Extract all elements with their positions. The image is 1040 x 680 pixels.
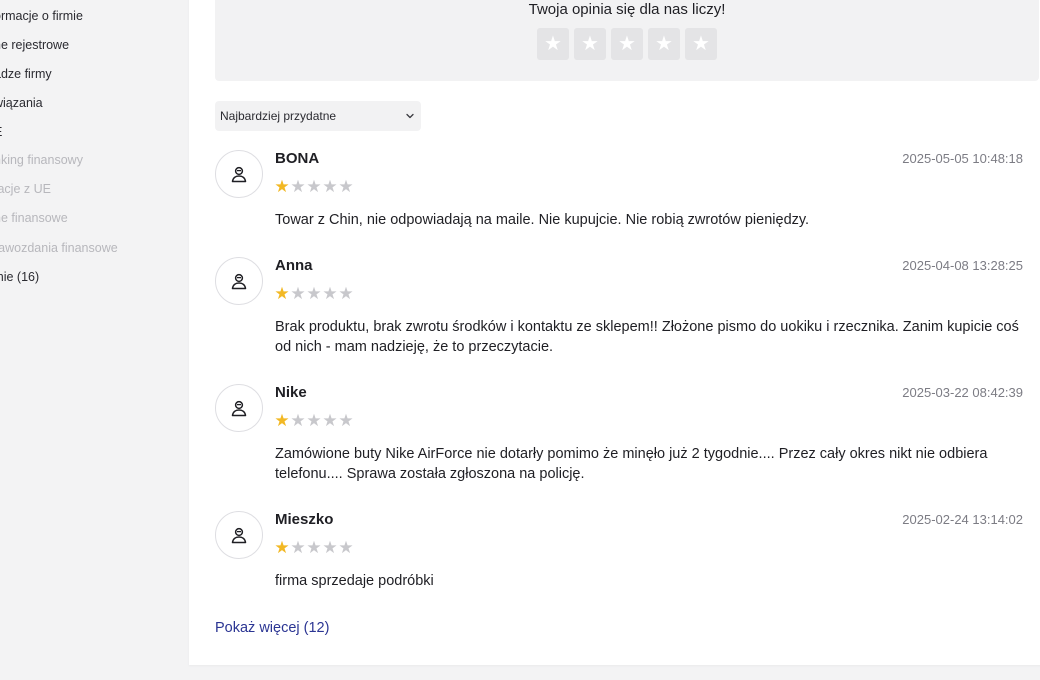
star-empty-icon: ★ — [322, 177, 338, 196]
user-icon — [231, 273, 247, 290]
rate-star-5[interactable]: ★ — [685, 28, 717, 60]
review-rating: ★ ★ ★ ★ ★ — [274, 412, 354, 429]
star-empty-icon: ★ — [322, 538, 338, 557]
review-rating: ★ ★ ★ ★ ★ — [274, 285, 354, 302]
star-filled-icon: ★ — [274, 411, 290, 430]
star-empty-icon: ★ — [338, 177, 354, 196]
review-rating: ★ ★ ★ ★ ★ — [274, 539, 354, 556]
review-text: Towar z Chin, nie odpowiadają na maile. … — [275, 212, 810, 228]
sort-select[interactable]: Najbardziej przydatne — [215, 101, 421, 131]
chevron-down-icon — [406, 113, 414, 119]
reviewer-name: BONA — [275, 150, 320, 167]
reviews-card: Twoja opinia się dla nas liczy! ★ ★ ★ ★ … — [189, 0, 1040, 665]
avatar — [215, 384, 263, 432]
review-text: Zamówione buty Nike AirForce nie dotarły… — [275, 446, 988, 482]
show-more-link[interactable]: Pokaż więcej (12) — [215, 620, 329, 636]
sidebar-item-financial-data[interactable]: ne finansowe — [0, 211, 68, 225]
star-empty-icon: ★ — [290, 284, 306, 303]
avatar — [215, 257, 263, 305]
review-rating: ★ ★ ★ ★ ★ — [274, 178, 354, 195]
star-empty-icon: ★ — [322, 411, 338, 430]
sidebar-item-financial-statements[interactable]: rawozdania finansowe — [0, 241, 118, 255]
sidebar-item-connections[interactable]: wiązania — [0, 96, 43, 110]
rating-prompt: Twoja opinia się dla nas liczy! — [528, 1, 726, 18]
reviewer-name: Mieszko — [275, 511, 334, 528]
user-icon — [231, 166, 247, 183]
sidebar: ormacje o firmie ne rejestrowe adze firm… — [0, 0, 189, 680]
sidebar-item-registry-data[interactable]: ne rejestrowe — [0, 38, 69, 52]
avatar — [215, 150, 263, 198]
sidebar-item-vat-eu[interactable]: E — [0, 125, 2, 139]
star-empty-icon: ★ — [290, 411, 306, 430]
sidebar-item-eu-grants[interactable]: tacje z UE — [0, 182, 51, 196]
sidebar-item-reviews[interactable]: inie (16) — [0, 270, 39, 284]
star-empty-icon: ★ — [290, 177, 306, 196]
star-empty-icon: ★ — [338, 538, 354, 557]
sort-selected-label: Najbardziej przydatne — [220, 109, 337, 123]
user-icon — [231, 527, 247, 544]
star-empty-icon: ★ — [306, 538, 322, 557]
review-date: 2025-02-24 13:14:02 — [902, 512, 1023, 527]
review-text: Brak produktu, brak zwrotu środków i kon… — [275, 319, 1019, 355]
star-empty-icon: ★ — [306, 177, 322, 196]
star-empty-icon: ★ — [338, 411, 354, 430]
star-filled-icon: ★ — [274, 538, 290, 557]
star-empty-icon: ★ — [306, 411, 322, 430]
sidebar-item-company-board[interactable]: adze firmy — [0, 67, 52, 81]
star-filled-icon: ★ — [274, 284, 290, 303]
rate-star-2[interactable]: ★ — [574, 28, 606, 60]
review-date: 2025-04-08 13:28:25 — [902, 258, 1023, 273]
reviewer-name: Nike — [275, 384, 307, 401]
review-date: 2025-05-05 10:48:18 — [902, 151, 1023, 166]
reviewer-name: Anna — [275, 257, 313, 274]
star-empty-icon: ★ — [338, 284, 354, 303]
star-empty-icon: ★ — [322, 284, 338, 303]
rate-star-1[interactable]: ★ — [537, 28, 569, 60]
star-filled-icon: ★ — [274, 177, 290, 196]
rating-stars-input: ★ ★ ★ ★ ★ — [537, 28, 717, 60]
star-empty-icon: ★ — [306, 284, 322, 303]
rating-box: Twoja opinia się dla nas liczy! ★ ★ ★ ★ … — [215, 0, 1039, 81]
rate-star-3[interactable]: ★ — [611, 28, 643, 60]
sidebar-item-financial-ranking[interactable]: nking finansowy — [0, 153, 83, 167]
review-text: firma sprzedaje podróbki — [275, 573, 434, 589]
user-icon — [231, 400, 247, 417]
sidebar-item-company-info[interactable]: ormacje o firmie — [0, 9, 83, 23]
star-empty-icon: ★ — [290, 538, 306, 557]
review-date: 2025-03-22 08:42:39 — [902, 385, 1023, 400]
rate-star-4[interactable]: ★ — [648, 28, 680, 60]
avatar — [215, 511, 263, 559]
